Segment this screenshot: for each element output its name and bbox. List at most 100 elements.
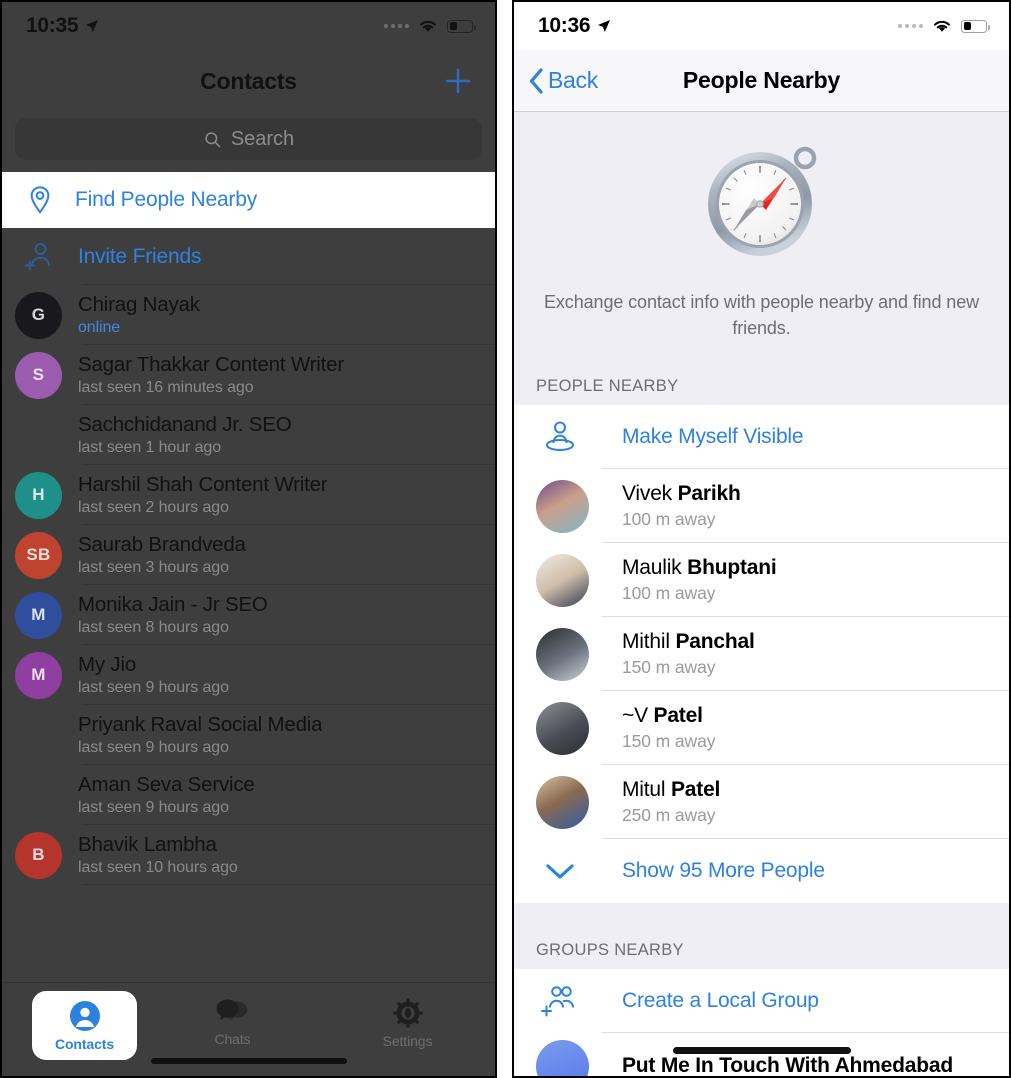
person-distance: 100 m away <box>622 583 716 604</box>
contact-row[interactable]: Aman Seva Service last seen 9 hours ago <box>2 765 495 825</box>
right-nav-bar: Back People Nearby <box>514 50 1009 112</box>
person-location-icon <box>546 421 574 452</box>
person-row[interactable]: Mitul Patel 250 m away <box>514 765 1009 840</box>
contact-row[interactable]: M My Jio last seen 9 hours ago <box>2 645 495 705</box>
people-rows-host: Vivek Parikh 100 m away Maulik Bhuptani 100… <box>514 469 1009 840</box>
map-pin-icon <box>30 186 50 214</box>
left-status-bar: 10:35 <box>2 2 495 50</box>
person-avatar <box>536 553 589 607</box>
contact-text: Harshil Shah Content Writer last seen 2 h… <box>78 473 327 517</box>
contact-row[interactable]: M Monika Jain - Jr SEO last seen 8 hours a… <box>2 585 495 645</box>
contact-row[interactable]: B Bhavik Lambha last seen 10 hours ago <box>2 825 495 885</box>
add-contact-button[interactable] <box>443 66 473 96</box>
contacts-list: Invite Friends G Chirag Nayak online S Sagar… <box>2 228 495 885</box>
person-first-name: Mithil <box>622 630 670 654</box>
contact-text: Saurab Brandveda last seen 3 hours ago <box>78 533 246 577</box>
person-text: Mithil Panchal 150 m away <box>622 630 755 678</box>
show-more-icon-slot <box>536 858 584 884</box>
hero-section: Exchange contact info with people nearby… <box>514 112 1009 364</box>
battery-icon <box>961 19 990 33</box>
person-row[interactable]: Maulik Bhuptani 100 m away <box>514 543 1009 618</box>
person-name: Vivek Parikh <box>622 482 741 506</box>
contact-text: Sagar Thakkar Content Writer last seen 16… <box>78 353 344 397</box>
invite-icon-slot <box>15 233 62 280</box>
wifi-icon <box>934 20 950 32</box>
chat-bubbles-icon <box>216 999 247 1020</box>
create-local-group-label: Create a Local Group <box>622 989 819 1013</box>
person-text: Maulik Bhuptani 100 m away <box>622 556 777 604</box>
person-first-name: ~V <box>622 704 648 728</box>
contact-row[interactable]: H Harshil Shah Content Writer last seen 2 … <box>2 465 495 525</box>
avatar: M <box>15 651 62 699</box>
group-avatar <box>536 1039 589 1076</box>
find-people-nearby-label: Find People Nearby <box>75 188 258 211</box>
person-avatar <box>536 701 589 755</box>
panel-gap <box>497 0 512 1078</box>
person-first-name: Vivek <box>622 482 672 506</box>
show-more-people-row[interactable]: Show 95 More People <box>514 839 1009 903</box>
row-separator <box>82 884 495 885</box>
group-row[interactable]: Put Me In Touch With Ahmedabad <box>514 1033 1009 1078</box>
person-text: Vivek Parikh 100 m away <box>622 482 741 530</box>
avatar: H <box>15 471 62 519</box>
person-last-name: Parikh <box>677 482 741 506</box>
contact-status: last seen 3 hours ago <box>78 559 229 576</box>
make-myself-visible-row[interactable]: Make Myself Visible <box>514 405 1009 470</box>
person-name: Mitul Patel <box>622 778 720 802</box>
status-indicators <box>898 18 990 34</box>
contact-status: online <box>78 319 121 336</box>
contact-name: Bhavik Lambha <box>78 833 217 856</box>
battery-icon <box>447 19 476 33</box>
make-visible-icon-slot <box>536 419 584 455</box>
search-input[interactable]: Search <box>15 118 482 160</box>
contact-status: last seen 9 hours ago <box>78 739 229 756</box>
tab-contacts[interactable]: Contacts <box>32 991 137 1060</box>
tab-settings[interactable]: Settings <box>320 991 495 1049</box>
avatar: M <box>15 591 62 639</box>
signal-dots-icon <box>898 24 923 28</box>
contact-status: last seen 9 hours ago <box>78 679 229 696</box>
page-title: People Nearby <box>682 67 841 93</box>
search-placeholder: Search <box>230 127 295 150</box>
contact-name: Chirag Nayak <box>78 293 200 316</box>
group-name: Put Me In Touch With Ahmedabad <box>622 1054 953 1078</box>
person-text: ~V Patel 150 m away <box>622 704 715 752</box>
contact-row[interactable]: Priyank Raval Social Media last seen 9 ho… <box>2 705 495 765</box>
chevron-left-icon <box>529 67 543 94</box>
invite-friends-label: Invite Friends <box>78 244 202 268</box>
create-local-group-row[interactable]: Create a Local Group <box>514 969 1009 1034</box>
contact-text: Monika Jain - Jr SEO last seen 8 hours ag… <box>78 593 268 637</box>
person-name: ~V Patel <box>622 704 715 728</box>
status-time-text: 10:36 <box>538 14 591 37</box>
add-group-icon <box>541 986 574 1017</box>
avatar: G <box>15 291 62 339</box>
tab-chats[interactable]: Chats <box>145 991 320 1047</box>
wifi-icon <box>420 20 436 32</box>
back-button[interactable]: Back <box>528 66 598 96</box>
dual-screenshot-stage: 10:35 Contacts Search Find People Nearby… <box>0 0 1011 1078</box>
plus-icon <box>445 68 471 94</box>
create-group-icon-slot <box>536 984 584 1018</box>
contact-text: Priyank Raval Social Media last seen 9 ho… <box>78 713 322 757</box>
person-distance: 100 m away <box>622 509 716 530</box>
contact-row[interactable]: SB Saurab Brandveda last seen 3 hours ago <box>2 525 495 585</box>
person-distance: 150 m away <box>622 731 716 752</box>
invite-friends-row[interactable]: Invite Friends <box>2 228 495 285</box>
contact-text: Aman Seva Service last seen 9 hours ago <box>78 773 255 817</box>
person-avatar <box>536 775 589 829</box>
groups-nearby-section-header: GROUPS NEARBY <box>514 927 1009 970</box>
contact-row[interactable]: G Chirag Nayak online <box>2 285 495 345</box>
right-phone-screen: 10:36 Back People Nearby Exchange contac… <box>512 0 1011 1078</box>
show-more-people-label: Show 95 More People <box>622 859 825 883</box>
person-row[interactable]: Mithil Panchal 150 m away <box>514 617 1009 692</box>
find-people-nearby-row[interactable]: Find People Nearby <box>2 172 495 228</box>
avatar <box>15 772 62 819</box>
contact-row[interactable]: Sachchidanand Jr. SEO last seen 1 hour ag… <box>2 405 495 465</box>
status-time: 10:35 <box>26 14 100 38</box>
contacts-rows-host: G Chirag Nayak online S Sagar Thakkar Conten… <box>2 285 495 885</box>
person-row[interactable]: ~V Patel 150 m away <box>514 691 1009 766</box>
contact-row[interactable]: S Sagar Thakkar Content Writer last seen 1… <box>2 345 495 405</box>
search-container: Search <box>2 112 495 172</box>
groups-nearby-list: Create a Local Group Put Me In Touch Wit… <box>514 969 1009 1078</box>
person-row[interactable]: Vivek Parikh 100 m away <box>514 469 1009 544</box>
